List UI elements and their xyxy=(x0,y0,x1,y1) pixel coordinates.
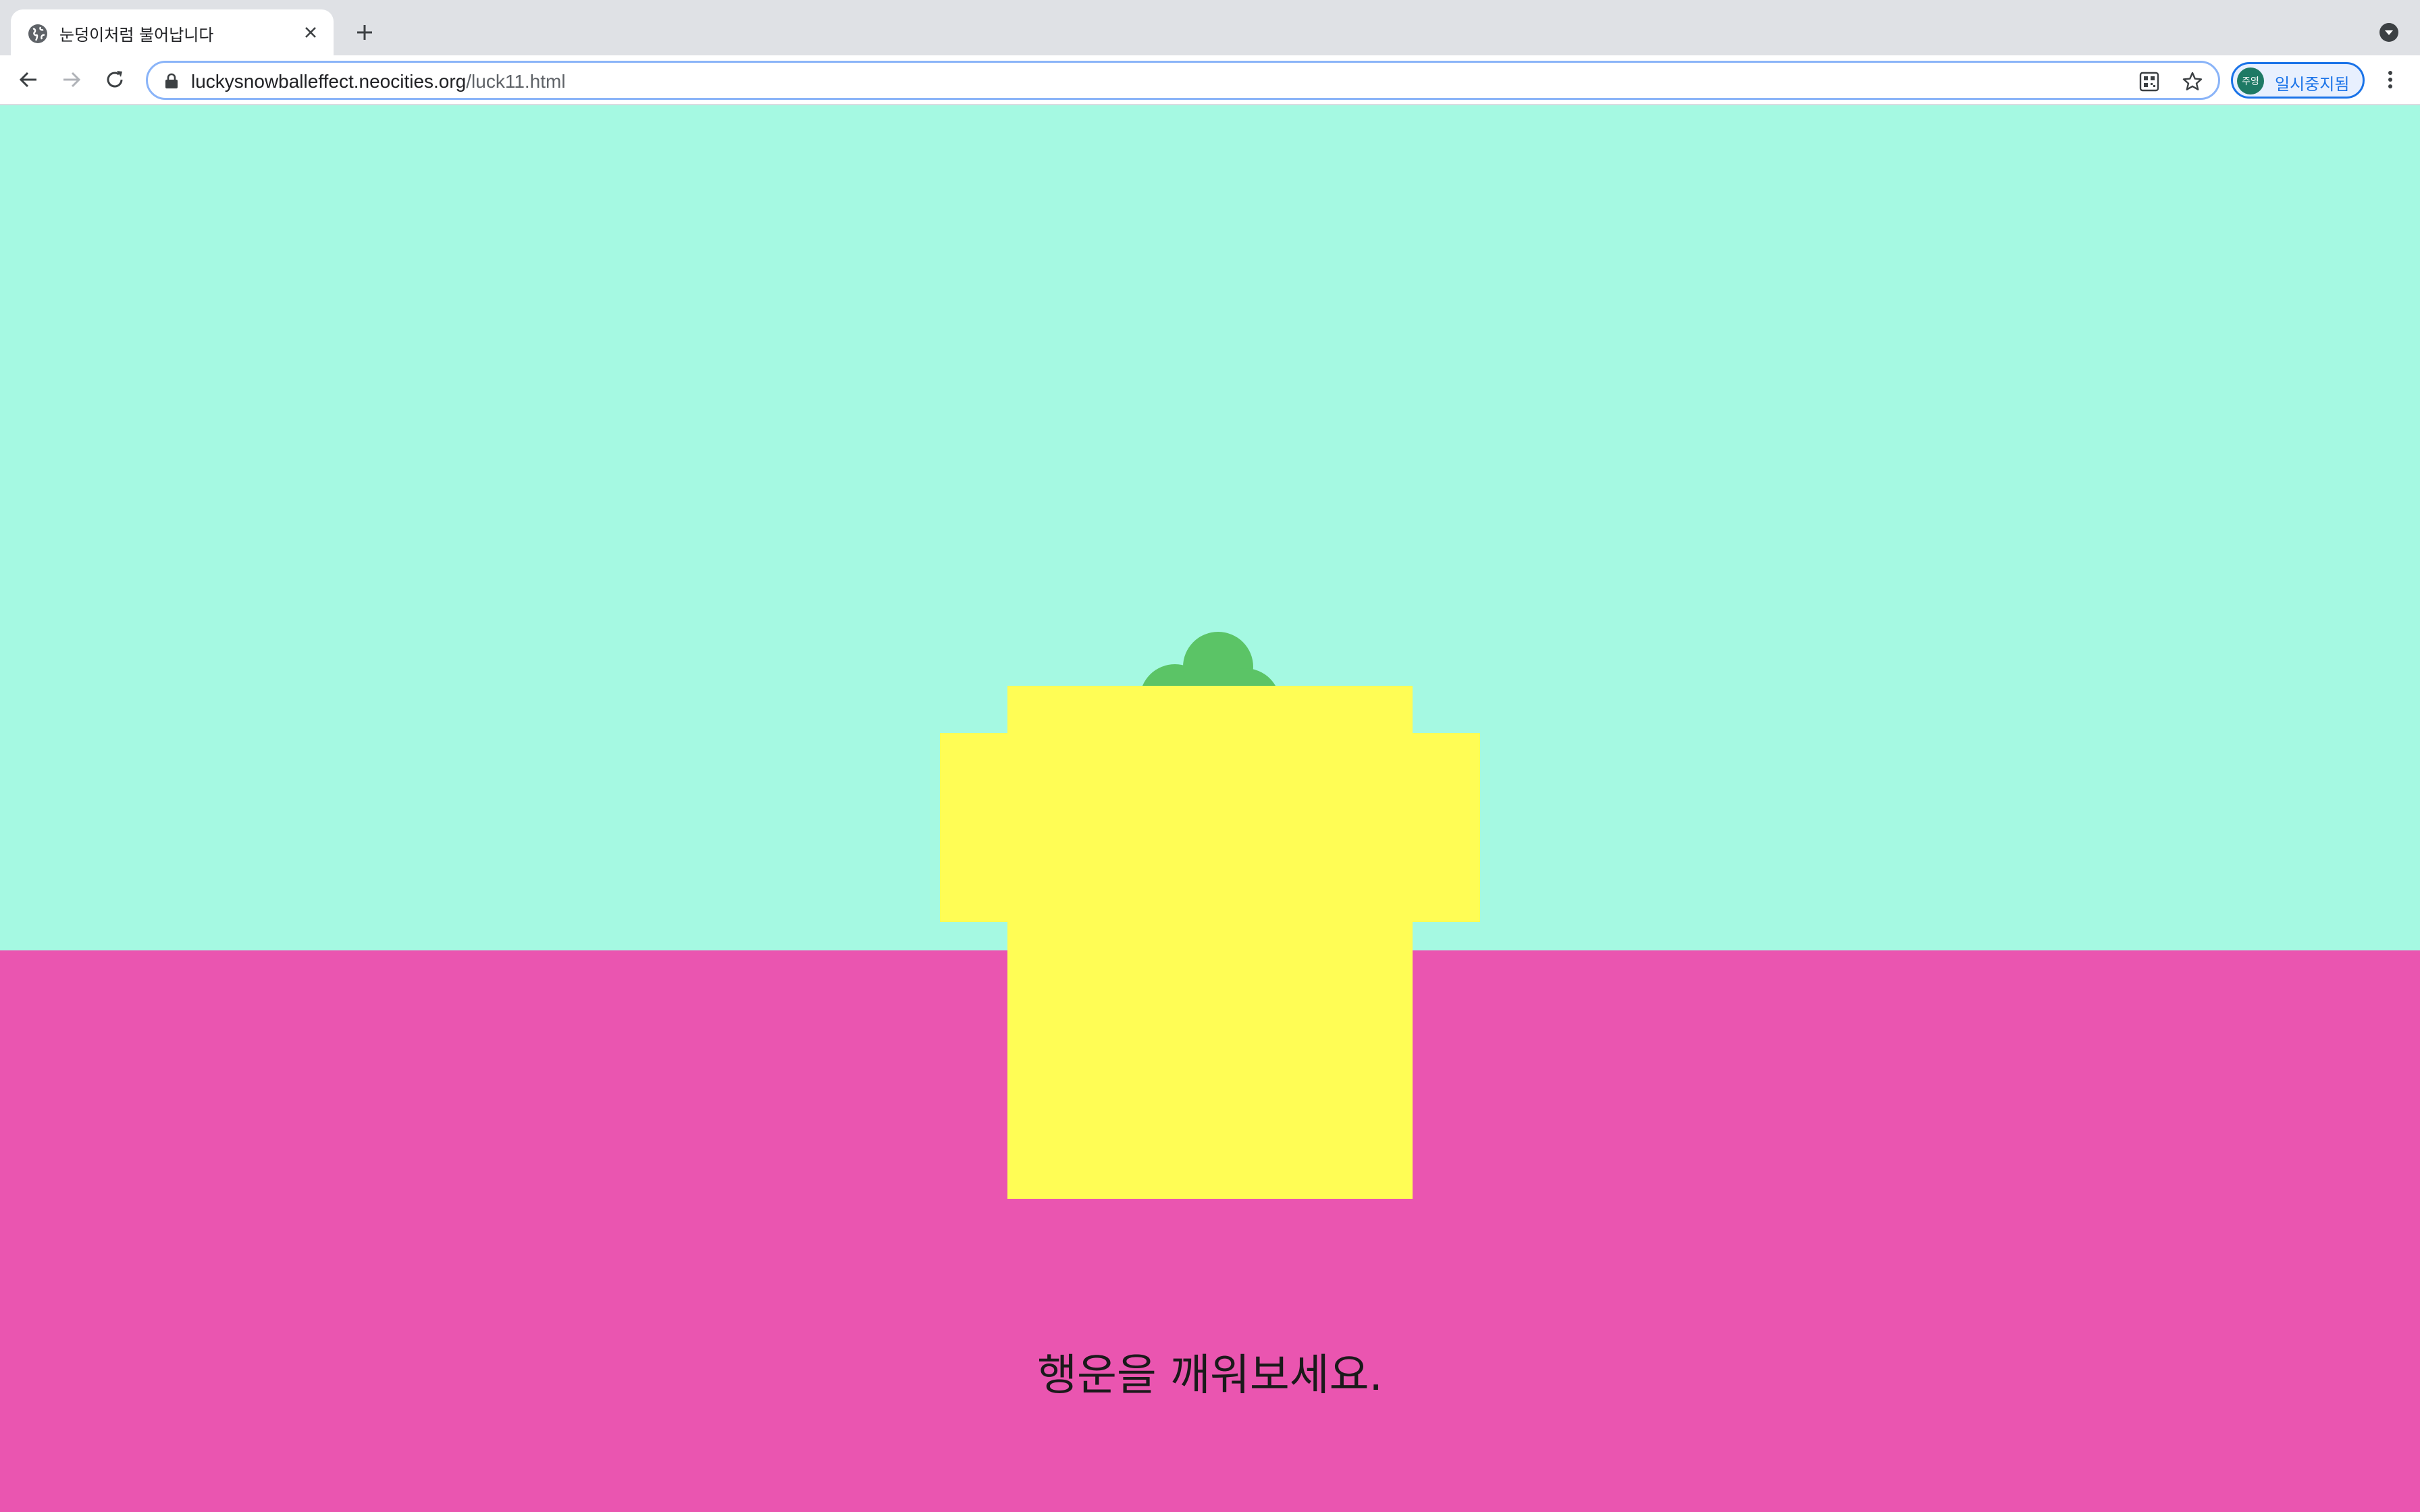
star-icon[interactable] xyxy=(2180,70,2205,94)
tab-title: 눈덩이처럼 불어납니다 xyxy=(59,26,214,45)
profile-button[interactable]: 주영 일시중지됨 xyxy=(2231,62,2365,99)
profile-status-label: 일시중지됨 xyxy=(2275,75,2350,94)
page-viewport: 행운을 깨워보세요. xyxy=(0,105,2420,1512)
lock-icon xyxy=(165,73,178,88)
toolbar: luckysnowballeffect.neocities.org/luck11… xyxy=(0,55,2420,105)
arrow-right-icon[interactable] xyxy=(57,65,86,94)
tab-strip: 눈덩이처럼 불어납니다 xyxy=(0,0,2420,55)
browser-tab[interactable]: 눈덩이처럼 불어납니다 xyxy=(11,9,334,55)
reload-icon[interactable] xyxy=(100,65,130,94)
globe-icon xyxy=(28,24,47,43)
chevron-down-icon[interactable] xyxy=(2377,20,2401,45)
kebab-menu-icon[interactable] xyxy=(2377,65,2404,94)
plus-icon[interactable] xyxy=(352,20,377,45)
luck-block-right-arm[interactable] xyxy=(1413,733,1480,922)
caption-text: 행운을 깨워보세요. xyxy=(1037,1351,1383,1401)
luck-block-top[interactable] xyxy=(1007,686,1413,1199)
qr-code-icon[interactable] xyxy=(2137,70,2161,94)
close-icon[interactable] xyxy=(301,23,320,42)
url-text: luckysnowballeffect.neocities.org/luck11… xyxy=(191,71,566,92)
url-host: luckysnowballeffect.neocities.org xyxy=(191,71,467,92)
avatar: 주영 xyxy=(2237,68,2264,94)
url-path: /luck11.html xyxy=(466,71,566,92)
arrow-left-icon[interactable] xyxy=(14,65,43,94)
luck-block-left-arm[interactable] xyxy=(940,733,1007,922)
address-bar[interactable]: luckysnowballeffect.neocities.org/luck11… xyxy=(146,61,2220,100)
